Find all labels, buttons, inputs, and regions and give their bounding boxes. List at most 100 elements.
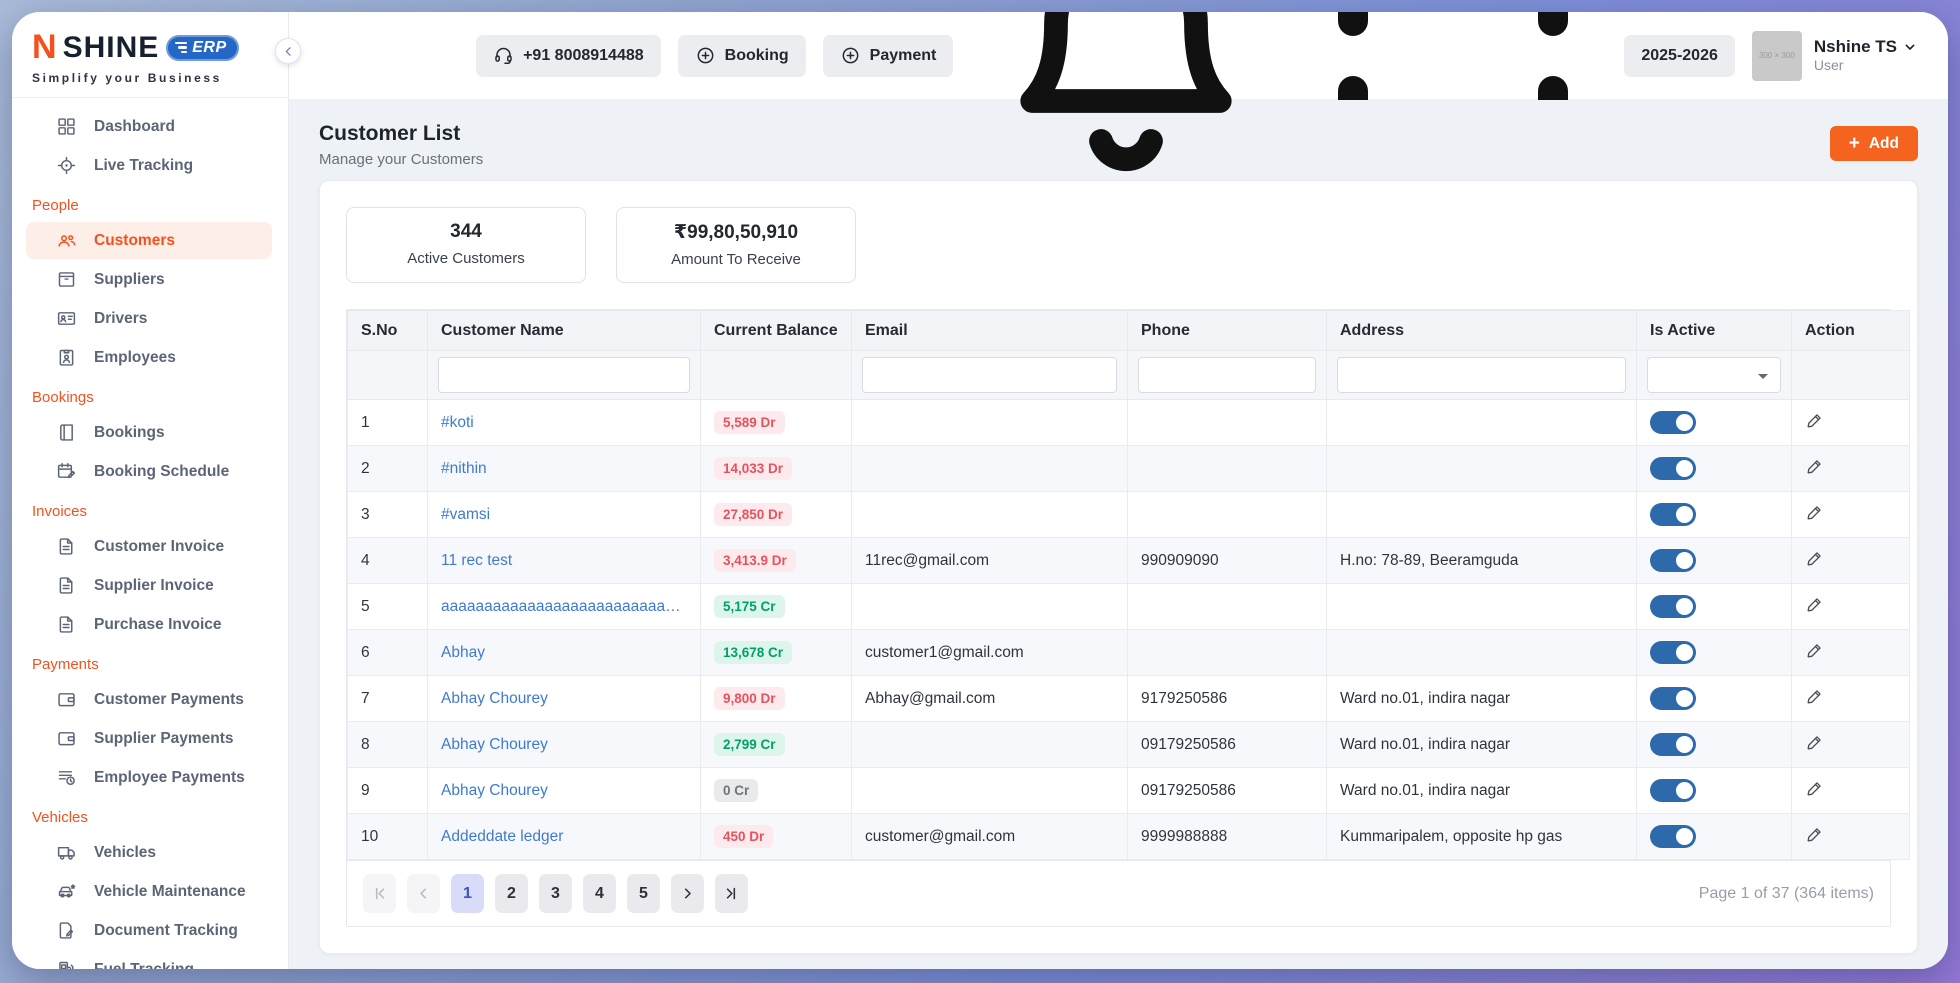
- sidebar-item-drivers[interactable]: Drivers: [26, 300, 272, 337]
- edit-icon[interactable]: [1805, 411, 1824, 430]
- edit-icon[interactable]: [1805, 457, 1824, 476]
- stat-label: Active Customers: [355, 250, 577, 267]
- last-page-button[interactable]: [715, 874, 748, 913]
- filter-customer-name-input[interactable]: [438, 357, 690, 393]
- sidebar-item-supplier-payments[interactable]: Supplier Payments: [26, 720, 272, 757]
- filter-address-input[interactable]: [1337, 357, 1626, 393]
- fiscal-year-label: 2025-2026: [1641, 47, 1718, 65]
- column-header-action[interactable]: Action: [1792, 311, 1910, 351]
- invoice-icon: [56, 614, 77, 635]
- customer-name-link[interactable]: #koti: [441, 414, 687, 432]
- cell-address: [1327, 446, 1637, 492]
- is-active-toggle[interactable]: [1650, 549, 1696, 572]
- column-header-address[interactable]: Address: [1327, 311, 1637, 351]
- booking-button[interactable]: Booking: [678, 35, 806, 77]
- is-active-toggle[interactable]: [1650, 687, 1696, 710]
- edit-icon[interactable]: [1805, 825, 1824, 844]
- customer-name-link[interactable]: 11 rec test: [441, 552, 687, 570]
- is-active-toggle[interactable]: [1650, 457, 1696, 480]
- sidebar-item-customer-invoice[interactable]: Customer Invoice: [26, 528, 272, 565]
- sidebar-item-vehicle-maintenance[interactable]: Vehicle Maintenance: [26, 873, 272, 910]
- sidebar-item-live-tracking[interactable]: Live Tracking: [26, 147, 272, 184]
- employees-icon: [56, 347, 77, 368]
- sidebar-item-supplier-invoice[interactable]: Supplier Invoice: [26, 567, 272, 604]
- sidebar-item-suppliers[interactable]: Suppliers: [26, 261, 272, 298]
- fiscal-year-button[interactable]: 2025-2026: [1624, 35, 1735, 77]
- cell-email: [852, 492, 1128, 538]
- sidebar-item-customers[interactable]: Customers: [26, 222, 272, 259]
- sidebar-item-document-tracking[interactable]: Document Tracking: [26, 912, 272, 949]
- customer-name-link[interactable]: Addeddate ledger: [441, 828, 687, 846]
- edit-icon[interactable]: [1805, 503, 1824, 522]
- is-active-toggle[interactable]: [1650, 595, 1696, 618]
- is-active-toggle[interactable]: [1650, 825, 1696, 848]
- page-button-3[interactable]: 3: [539, 874, 572, 913]
- cell-sno: 10: [348, 814, 428, 860]
- sidebar-item-vehicles[interactable]: Vehicles: [26, 834, 272, 871]
- page-button-4[interactable]: 4: [583, 874, 616, 913]
- edit-icon[interactable]: [1805, 733, 1824, 752]
- edit-icon[interactable]: [1805, 549, 1824, 568]
- table-row: 6Abhay13,678 Crcustomer1@gmail.com: [348, 630, 1910, 676]
- customer-name-link[interactable]: Abhay Chourey: [441, 782, 687, 800]
- column-header-is-active[interactable]: Is Active: [1637, 311, 1792, 351]
- content-area: Customer List Manage your Customers + Ad…: [289, 100, 1948, 969]
- sidebar-item-label: Customers: [94, 232, 175, 250]
- add-customer-button[interactable]: + Add: [1830, 126, 1918, 161]
- customer-name-link[interactable]: Abhay: [441, 644, 687, 662]
- column-header-customer-name[interactable]: Customer Name: [428, 311, 701, 351]
- user-menu[interactable]: 300 × 300 Nshine TS User: [1752, 31, 1918, 81]
- sidebar-item-purchase-invoice[interactable]: Purchase Invoice: [26, 606, 272, 643]
- sidebar-item-employee-payments[interactable]: Employee Payments: [26, 759, 272, 796]
- edit-icon[interactable]: [1805, 641, 1824, 660]
- is-active-toggle[interactable]: [1650, 733, 1696, 756]
- sidebar-item-customer-payments[interactable]: Customer Payments: [26, 681, 272, 718]
- sidebar-item-employees[interactable]: Employees: [26, 339, 272, 376]
- stats-row: 344 Active Customers ₹99,80,50,910 Amoun…: [346, 207, 1891, 283]
- balance-badge: 450 Dr: [714, 825, 773, 848]
- payment-button[interactable]: Payment: [823, 35, 954, 77]
- filter-email-input[interactable]: [862, 357, 1117, 393]
- table-row: 8Abhay Chourey2,799 Cr09179250586Ward no…: [348, 722, 1910, 768]
- plus-circle-icon: [840, 45, 861, 66]
- next-page-button[interactable]: [671, 874, 704, 913]
- support-phone-button[interactable]: +91 8008914488: [476, 35, 661, 77]
- customer-name-link[interactable]: aaaaaaaaaaaaaaaaaaaaaaaaaaaaaaaaaaaaaaaa: [441, 598, 687, 616]
- balance-badge: 13,678 Cr: [714, 641, 792, 664]
- sidebar-collapse-button[interactable]: [275, 38, 301, 64]
- customer-name-link[interactable]: #nithin: [441, 460, 687, 478]
- customer-table: S.NoCustomer NameCurrent BalanceEmailPho…: [347, 310, 1910, 860]
- first-page-button[interactable]: [363, 874, 396, 913]
- is-active-toggle[interactable]: [1650, 503, 1696, 526]
- cell-phone: [1128, 400, 1327, 446]
- customer-name-link[interactable]: Abhay Chourey: [441, 736, 687, 754]
- is-active-toggle[interactable]: [1650, 779, 1696, 802]
- is-active-toggle[interactable]: [1650, 641, 1696, 664]
- page-button-2[interactable]: 2: [495, 874, 528, 913]
- cell-phone: [1128, 446, 1327, 492]
- customer-name-link[interactable]: #vamsi: [441, 506, 687, 524]
- customer-name-link[interactable]: Abhay Chourey: [441, 690, 687, 708]
- sidebar-item-fuel-tracking[interactable]: Fuel Tracking: [26, 951, 272, 969]
- sidebar-item-dashboard[interactable]: Dashboard: [26, 108, 272, 145]
- edit-icon[interactable]: [1805, 687, 1824, 706]
- edit-icon[interactable]: [1805, 595, 1824, 614]
- previous-page-icon: [415, 885, 432, 902]
- is-active-toggle[interactable]: [1650, 411, 1696, 434]
- notifications-button[interactable]: 5: [976, 12, 1276, 206]
- cell-sno: 6: [348, 630, 428, 676]
- filter-phone-input[interactable]: [1138, 357, 1316, 393]
- column-header-current-balance[interactable]: Current Balance: [701, 311, 852, 351]
- sidebar-item-booking-schedule[interactable]: Booking Schedule: [26, 453, 272, 490]
- filter-is-active-select[interactable]: [1647, 357, 1781, 393]
- page-button-5[interactable]: 5: [627, 874, 660, 913]
- column-header-s-no[interactable]: S.No: [348, 311, 428, 351]
- column-header-phone[interactable]: Phone: [1128, 311, 1327, 351]
- previous-page-button[interactable]: [407, 874, 440, 913]
- sidebar-item-bookings[interactable]: Bookings: [26, 414, 272, 451]
- bookings-icon: [56, 422, 77, 443]
- page-button-1[interactable]: 1: [451, 874, 484, 913]
- edit-icon[interactable]: [1805, 779, 1824, 798]
- column-header-email[interactable]: Email: [852, 311, 1128, 351]
- plus-icon: +: [1849, 134, 1860, 153]
